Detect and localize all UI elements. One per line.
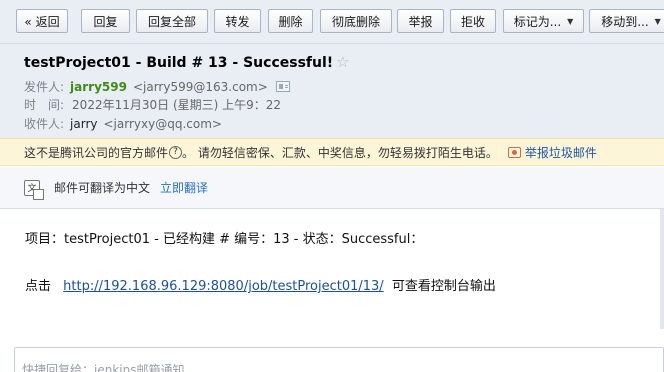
report-spam-icon [507, 146, 521, 158]
delete-button[interactable]: 删除 [268, 9, 313, 33]
help-icon[interactable]: ? [169, 145, 183, 159]
console-output-suffix: 可查看控制台输出 [391, 279, 496, 294]
mark-as-dropdown[interactable]: 标记为... ▼ [503, 9, 584, 33]
chevron-down-icon: ▼ [654, 16, 661, 26]
reply-button[interactable]: 回复 [81, 9, 130, 33]
click-prompt: 点击 [25, 279, 52, 294]
recipient-row: 收件人: jarry <jarryxy@qq.com> [24, 115, 222, 132]
sender-address: <jarry599@163.com> [132, 79, 268, 94]
star-icon[interactable]: ☆ [336, 53, 349, 71]
time-value: 2022年11月30日 (星期三) 上午9：22 [72, 98, 282, 112]
move-to-dropdown[interactable]: 移动到... ▼ [589, 9, 664, 33]
reply-all-button[interactable]: 回复全部 [136, 9, 208, 33]
from-label: 发件人: [24, 80, 65, 94]
report-spam-link[interactable]: 举报垃圾邮件 [525, 144, 597, 161]
sender-row: 发件人: jarry599 <jarry599@163.com> [24, 78, 290, 95]
mail-toolbar: « 返回 回复 回复全部 转发 删除 彻底删除 举报 拒收 标记为... ▼ 移… [0, 0, 664, 44]
chevron-down-icon: ▼ [567, 16, 574, 26]
email-body-line-1: 项目：testProject01 - 已经构建 # 编号：13 - 状态：Suc… [25, 232, 424, 247]
quick-reply-placeholder: 快捷回复给：jenkins邮箱通知 [22, 363, 185, 372]
contact-card-icon[interactable] [275, 81, 290, 92]
report-button[interactable]: 举报 [397, 9, 444, 33]
security-warning-bar: 这不是腾讯公司的官方邮件 ? 。 请勿轻信密保、汇款、中奖信息，勿轻易拨打陌生电… [0, 138, 664, 166]
back-button[interactable]: « 返回 [16, 9, 68, 33]
email-body-line-2: 点击 http://192.168.96.129:8080/job/testPr… [25, 275, 496, 294]
time-label: 时 间: [24, 98, 65, 112]
time-row: 时 间: 2022年11月30日 (星期三) 上午9：22 [24, 96, 281, 113]
email-subject: testProject01 - Build # 13 - Successful!… [24, 53, 350, 71]
translate-icon: 文 [24, 179, 44, 200]
mark-as-label: 标记为... [513, 14, 562, 29]
translate-now-link[interactable]: 立即翻译 [160, 179, 208, 196]
subject-text: testProject01 - Build # 13 - Successful! [24, 55, 334, 71]
scrollbar[interactable] [660, 209, 664, 329]
delete-permanently-button[interactable]: 彻底删除 [320, 9, 392, 33]
recipient-name[interactable]: jarry [70, 117, 97, 131]
translate-text: 邮件可翻译为中文 [54, 181, 151, 195]
reject-button[interactable]: 拒收 [450, 9, 496, 33]
forward-button[interactable]: 转发 [214, 9, 261, 33]
warning-advice: 。 请勿轻信密保、汇款、中奖信息，勿轻易拨打陌生电话。 [182, 145, 498, 160]
warning-notice: 这不是腾讯公司的官方邮件 [24, 145, 169, 160]
move-to-label: 移动到... [601, 14, 649, 29]
translate-bar: 文 邮件可翻译为中文 立即翻译 [0, 167, 664, 209]
to-label: 收件人: [24, 117, 65, 131]
console-output-link[interactable]: http://192.168.96.129:8080/job/testProje… [63, 279, 384, 294]
recipient-address: <jarryxy@qq.com> [103, 116, 222, 131]
sender-name[interactable]: jarry599 [70, 80, 127, 94]
